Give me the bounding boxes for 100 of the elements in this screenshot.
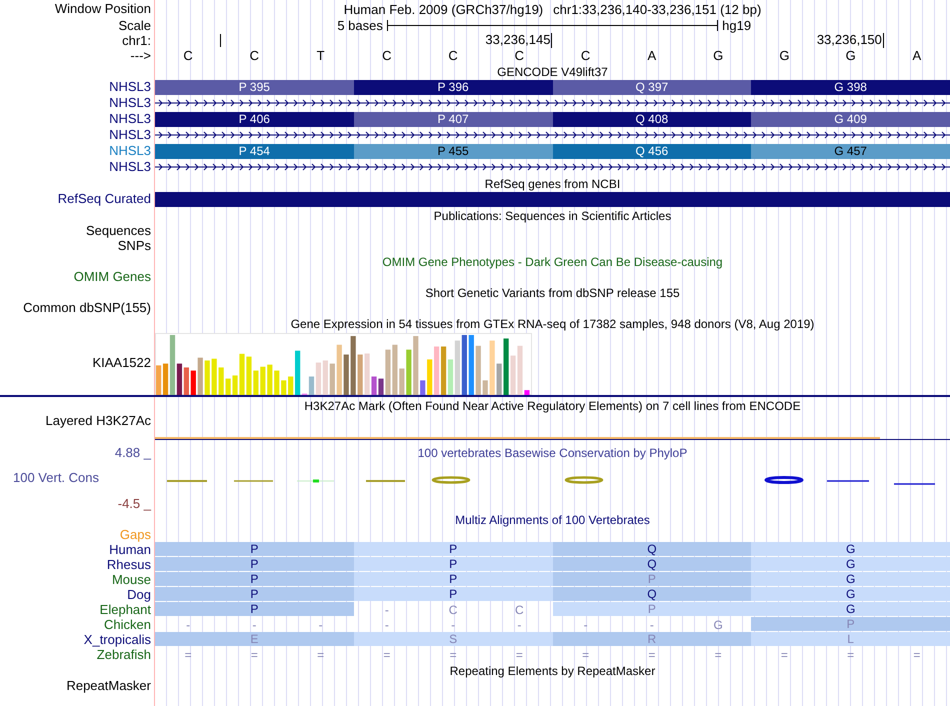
alignment-base: C bbox=[515, 602, 524, 616]
codon-block: P 454 bbox=[155, 144, 354, 158]
amino-acid-block: R bbox=[552, 632, 752, 646]
track-label[interactable]: Common dbSNP(155) bbox=[23, 300, 151, 314]
base-letter: C bbox=[514, 48, 524, 62]
track-label[interactable]: RefSeq Curated bbox=[58, 192, 151, 206]
codon-block: P 406 bbox=[155, 112, 354, 126]
track-label[interactable]: NHSL3 bbox=[109, 80, 151, 94]
base-letter: A bbox=[648, 48, 656, 62]
codon-block: G 457 bbox=[751, 144, 950, 158]
codon-block: P 455 bbox=[354, 144, 552, 158]
base-letter: C bbox=[382, 48, 392, 62]
track-title: Short Genetic Variants from dbSNP release 155 bbox=[425, 286, 680, 300]
amino-acid-block: G bbox=[751, 572, 950, 586]
codon-block: Q 408 bbox=[552, 112, 752, 126]
amino-acid-block: P bbox=[155, 572, 354, 586]
track-title: RefSeq genes from NCBI bbox=[484, 177, 620, 191]
codon-block: Q 456 bbox=[552, 144, 752, 158]
track-label[interactable]: Zebrafish bbox=[96, 648, 151, 662]
amino-acid-block: Q bbox=[552, 542, 752, 556]
alignment-base: - bbox=[252, 618, 256, 632]
amino-acid-block: P bbox=[354, 542, 552, 556]
position-text: Human Feb. 2009 (GRCh37/hg19) bbox=[344, 2, 544, 16]
track-title: OMIM Gene Phenotypes - Dark Green Can Be Disease-causing bbox=[382, 255, 723, 269]
base-letter: C bbox=[250, 48, 260, 62]
track-label[interactable]: NHSL3 bbox=[109, 96, 151, 110]
track-label[interactable]: X_tropicalis bbox=[84, 632, 151, 646]
alignment-base: - bbox=[384, 618, 389, 632]
coordinate-label: 33,236,145 bbox=[485, 33, 552, 48]
track-title: Repeating Elements by RepeatMasker bbox=[450, 664, 656, 678]
track-label[interactable]: KIAA1522 bbox=[92, 356, 151, 370]
amino-acid-block: G bbox=[751, 542, 950, 556]
track-label[interactable]: Mouse bbox=[112, 572, 151, 586]
alignment-base: = bbox=[847, 648, 854, 662]
alignment-base: - bbox=[186, 618, 190, 632]
alignment-base: = bbox=[913, 648, 920, 662]
amino-acid-block: P bbox=[155, 602, 354, 616]
row-label: Scale bbox=[118, 18, 151, 32]
amino-acid-block: P bbox=[354, 587, 552, 601]
alignment-base: - bbox=[451, 618, 456, 632]
axis-max-label: 4.88 _ bbox=[114, 446, 151, 460]
track-label[interactable]: Chicken bbox=[104, 618, 151, 632]
coordinate-label: 33,236,150 bbox=[816, 33, 884, 48]
track-label[interactable]: Rhesus bbox=[106, 558, 151, 572]
alignment-base: C bbox=[448, 602, 458, 616]
alignment-base: = bbox=[648, 648, 656, 662]
amino-acid-block: P bbox=[354, 557, 552, 571]
track-label[interactable]: OMIM Genes bbox=[74, 270, 151, 284]
row-label: chr1: bbox=[122, 34, 151, 48]
track-title: Publications: Sequences in Scientific Articles bbox=[434, 209, 672, 223]
track-title: H3K27Ac Mark (Often Found Near Active Regulatory Elements) on 7 cell lines from ENCODE bbox=[304, 399, 801, 413]
base-letter: A bbox=[912, 48, 922, 62]
track-label[interactable]: Dog bbox=[127, 588, 151, 602]
amino-acid-block: G bbox=[751, 587, 950, 601]
codon-block: P 395 bbox=[155, 80, 354, 94]
alignment-base: = bbox=[780, 648, 788, 662]
track-label[interactable]: RepeatMasker bbox=[66, 678, 151, 692]
assembly-label: hg19 bbox=[722, 18, 752, 33]
track-label[interactable]: NHSL3 bbox=[109, 144, 151, 158]
track-title: Gene Expression in 54 tissues from GTEx RNA-seq of 17382 samples, 948 donors (V8, Aug 2019) bbox=[290, 317, 814, 331]
track-label[interactable]: NHSL3 bbox=[109, 128, 151, 142]
scale-label: 5 bases bbox=[337, 18, 383, 33]
codon-block: G 409 bbox=[751, 112, 950, 126]
alignment-base: - bbox=[517, 618, 522, 632]
codon-block: P 407 bbox=[354, 112, 552, 126]
amino-acid-block: P bbox=[552, 602, 752, 616]
track-label[interactable]: Sequences bbox=[86, 224, 151, 238]
alignment-base: = bbox=[450, 648, 457, 662]
alignment-base: - bbox=[650, 618, 654, 632]
alignment-base: = bbox=[582, 648, 590, 662]
strand-label: ---> bbox=[130, 48, 151, 62]
alignment-base: - bbox=[584, 618, 588, 632]
base-letter: C bbox=[448, 48, 458, 62]
amino-acid-block: E bbox=[155, 632, 354, 646]
base-letter: G bbox=[713, 48, 724, 62]
alignment-base: = bbox=[383, 648, 390, 662]
alignment-base: = bbox=[516, 648, 523, 662]
track-label[interactable]: NHSL3 bbox=[109, 112, 151, 126]
amino-acid-block: Q bbox=[552, 587, 752, 601]
track-label[interactable]: Layered H3K27Ac bbox=[45, 414, 151, 428]
track-label[interactable]: 100 Vert. Cons bbox=[13, 471, 99, 485]
track-label[interactable]: Human bbox=[109, 542, 151, 556]
base-letter: G bbox=[779, 48, 790, 62]
codon-block: Q 397 bbox=[552, 80, 752, 94]
amino-acid-block: P bbox=[155, 557, 354, 571]
base-letter: G bbox=[846, 48, 856, 62]
amino-acid-block: P bbox=[155, 542, 354, 556]
track-label[interactable]: NHSL3 bbox=[109, 160, 151, 174]
gene-bar[interactable] bbox=[155, 192, 950, 206]
range-text[interactable]: chr1:33,236,140-33,236,151 (12 bp) bbox=[553, 2, 762, 16]
row-label: Window Position bbox=[54, 2, 151, 16]
track-label[interactable]: Elephant bbox=[100, 602, 151, 616]
tick-mark bbox=[220, 34, 222, 47]
base-letter: C bbox=[580, 48, 590, 62]
alignment-base: = bbox=[250, 648, 258, 662]
alignment-base: = bbox=[184, 648, 192, 662]
track-title: GENCODE V49lift37 bbox=[497, 65, 608, 79]
amino-acid-block: P bbox=[751, 617, 950, 631]
track-label[interactable]: SNPs bbox=[118, 238, 151, 252]
track-title: 100 vertebrates Basewise Conservation by PhyloP bbox=[418, 446, 688, 460]
